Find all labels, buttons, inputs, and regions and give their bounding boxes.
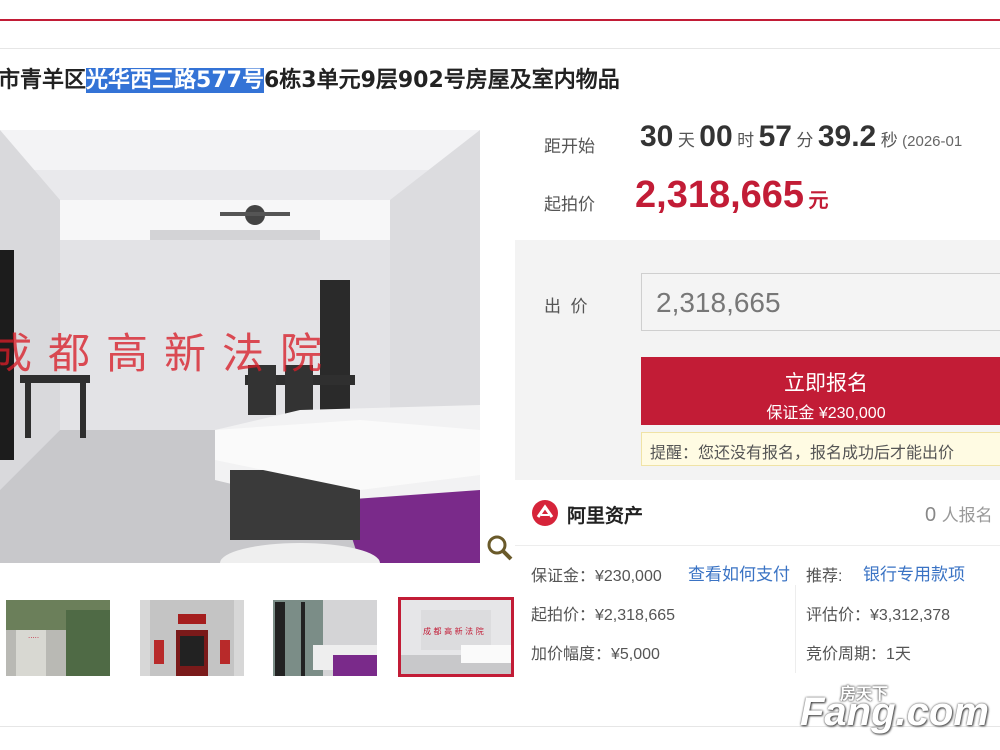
thumbnail-4-selected[interactable]: 成 都 高 新 法 院 — [398, 597, 514, 677]
register-button-deposit: 保证金 ¥230,000 — [766, 405, 886, 422]
deposit-info: 保证金：¥230,000 — [531, 568, 662, 585]
top-border — [0, 0, 1000, 21]
countdown-seconds: 39.2 — [817, 120, 877, 153]
page-title: 市青羊区光华西三路577号6栋3单元9层902号房屋及室内物品 — [0, 64, 620, 98]
registration-count-value: 0 — [925, 504, 937, 526]
countdown-seconds-unit: 秒 — [880, 131, 898, 150]
details-divider-vertical — [795, 585, 796, 673]
start-price-info: 起拍价：¥2,318,665 — [531, 607, 676, 624]
svg-text:·····: ····· — [28, 634, 39, 642]
countdown-values: 30 天 00 时 57 分 39.2 秒 (2026-01 — [640, 120, 962, 154]
start-price-label: 起拍价 — [544, 195, 595, 214]
register-button[interactable]: 立即报名 保证金 ¥230,000 — [641, 357, 1000, 425]
details-divider — [515, 545, 1000, 546]
registration-count-suffix: 人报名 — [941, 506, 993, 525]
countdown-label: 距开始 — [544, 137, 595, 156]
countdown-date: (2026-01 — [902, 133, 963, 150]
site-watermark-en: Fang.com — [800, 690, 989, 734]
main-photo[interactable]: 成都高新法院 — [0, 130, 480, 563]
photo-watermark: 成都高新法院 — [0, 329, 339, 378]
appraisal-info: 评估价：¥3,312,378 — [806, 607, 951, 624]
provider-logo-icon — [531, 499, 559, 527]
bid-label: 出 价 — [544, 297, 588, 316]
header-separator — [0, 48, 1000, 49]
title-prefix: 市青羊区 — [0, 68, 87, 93]
bid-input[interactable]: 2,318,665 — [641, 273, 1000, 331]
thumbnail-3[interactable] — [273, 600, 377, 676]
start-price-value-wrap: 2,318,665 元 — [635, 174, 829, 217]
svg-text:成 都 高 新 法 院: 成 都 高 新 法 院 — [423, 626, 484, 636]
countdown-days-unit: 天 — [677, 131, 695, 150]
provider-name[interactable]: 阿里资产 — [567, 501, 643, 528]
start-price-value: 2,318,665 — [635, 174, 805, 216]
title-highlight: 光华西三路577号 — [86, 68, 264, 93]
bank-account-link[interactable]: 银行专用款项 — [863, 560, 965, 585]
registration-count: 0 人报名 — [925, 501, 993, 527]
thumbnail-1[interactable]: ····· — [6, 600, 110, 676]
countdown-panel: 距开始 30 天 00 时 57 分 39.2 秒 (2026-01 起拍价 2… — [515, 110, 1000, 240]
zoom-icon[interactable] — [484, 532, 516, 564]
start-price-unit: 元 — [808, 190, 829, 212]
title-suffix: 6栋3单元9层902号房屋及室内物品 — [263, 68, 620, 93]
register-button-label: 立即报名 — [784, 372, 868, 395]
countdown-minutes: 57 — [758, 120, 792, 153]
auction-details: 阿里资产 0 人报名 保证金：¥230,000 查看如何支付 推荐: 银行专用款… — [515, 485, 1000, 685]
countdown-hours-unit: 时 — [737, 131, 755, 150]
how-to-pay-link[interactable]: 查看如何支付 — [688, 560, 790, 585]
recommend-label: 推荐: — [806, 568, 843, 585]
countdown-hours: 00 — [699, 120, 733, 153]
thumbnail-2[interactable] — [140, 600, 244, 676]
countdown-minutes-unit: 分 — [796, 131, 814, 150]
cycle-info: 竞价周期：1天 — [806, 646, 911, 663]
increment-info: 加价幅度：¥5,000 — [531, 646, 660, 663]
reminder-notice: 提醒：您还没有报名，报名成功后才能出价 — [641, 432, 1000, 466]
countdown-days: 30 — [640, 120, 674, 153]
site-watermark-logo: 房天下 Fang.com — [800, 680, 990, 740]
